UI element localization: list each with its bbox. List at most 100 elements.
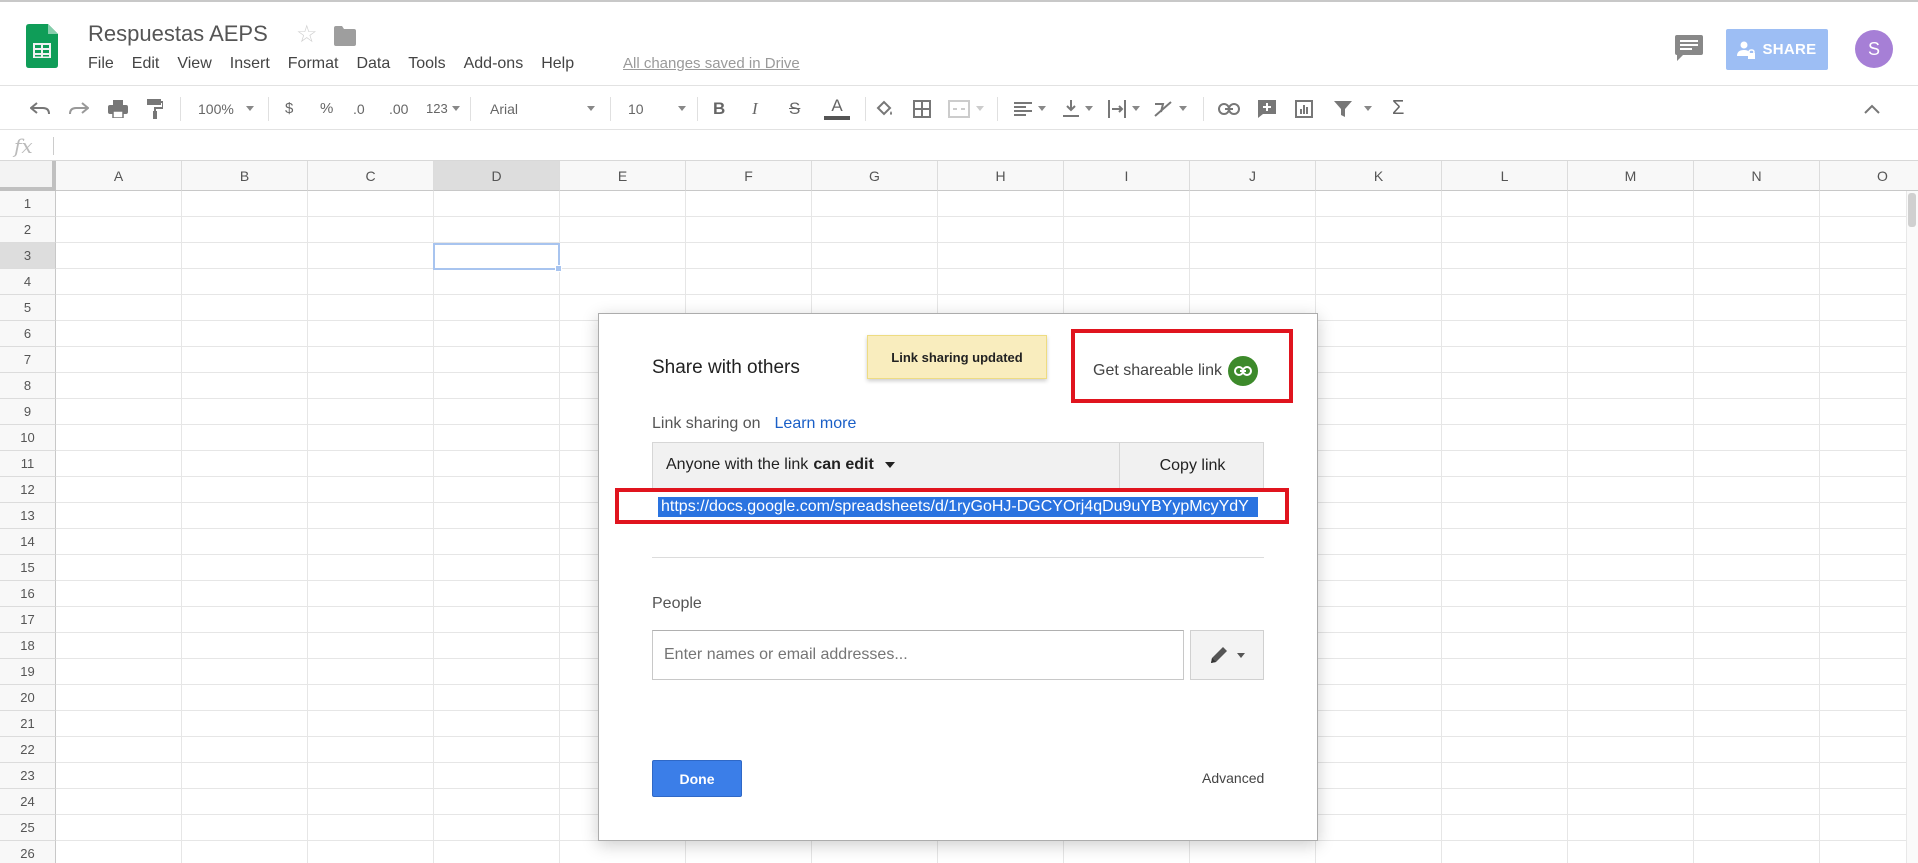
- row-header-8[interactable]: 8: [0, 373, 56, 399]
- row-header-10[interactable]: 10: [0, 425, 56, 451]
- redo-icon[interactable]: [69, 86, 89, 131]
- row-header-13[interactable]: 13: [0, 503, 56, 529]
- column-header-f[interactable]: F: [686, 161, 812, 191]
- sheets-logo-icon[interactable]: [26, 24, 58, 68]
- permission-picker-button[interactable]: [1190, 630, 1264, 680]
- more-formats-button[interactable]: 123: [426, 86, 460, 131]
- menu-edit[interactable]: Edit: [132, 55, 178, 73]
- row-header-15[interactable]: 15: [0, 555, 56, 581]
- column-header-b[interactable]: B: [182, 161, 308, 191]
- advanced-link[interactable]: Advanced: [1202, 770, 1264, 786]
- link-icon[interactable]: [1227, 356, 1258, 386]
- vertical-scrollbar[interactable]: [1906, 191, 1918, 863]
- insert-chart-icon[interactable]: [1295, 86, 1313, 131]
- percent-format-button[interactable]: %: [320, 86, 333, 131]
- font-family-select[interactable]: Arial: [490, 86, 595, 131]
- column-header-n[interactable]: N: [1694, 161, 1820, 191]
- row-header-5[interactable]: 5: [0, 295, 56, 321]
- row-header-24[interactable]: 24: [0, 789, 56, 815]
- row-header-25[interactable]: 25: [0, 815, 56, 841]
- row-header-26[interactable]: 26: [0, 841, 56, 863]
- undo-icon[interactable]: [30, 86, 50, 131]
- row-header-7[interactable]: 7: [0, 347, 56, 373]
- column-header-a[interactable]: A: [56, 161, 182, 191]
- document-title[interactable]: Respuestas AEPS: [88, 21, 268, 47]
- print-icon[interactable]: [108, 86, 128, 131]
- column-header-e[interactable]: E: [560, 161, 686, 191]
- menu-insert[interactable]: Insert: [230, 55, 288, 73]
- row-header-14[interactable]: 14: [0, 529, 56, 555]
- column-header-m[interactable]: M: [1568, 161, 1694, 191]
- row-header-18[interactable]: 18: [0, 633, 56, 659]
- column-header-g[interactable]: G: [812, 161, 938, 191]
- fill-handle[interactable]: [555, 265, 562, 272]
- zoom-select[interactable]: 100%: [198, 86, 254, 131]
- formula-input[interactable]: [60, 133, 1910, 159]
- column-header-d[interactable]: D: [434, 161, 560, 191]
- strikethrough-button[interactable]: S: [789, 86, 800, 131]
- copy-link-button[interactable]: Copy link: [1119, 443, 1265, 488]
- decrease-decimals-button[interactable]: .0: [353, 86, 365, 131]
- text-rotation-icon[interactable]: [1153, 86, 1187, 131]
- column-header-l[interactable]: L: [1442, 161, 1568, 191]
- folder-icon[interactable]: [334, 26, 356, 46]
- permission-dropdown[interactable]: Anyone with the link can edit: [666, 456, 895, 474]
- menu-format[interactable]: Format: [288, 55, 357, 73]
- row-header-11[interactable]: 11: [0, 451, 56, 477]
- text-wrapping-icon[interactable]: [1108, 86, 1140, 131]
- menu-addons[interactable]: Add-ons: [464, 55, 542, 73]
- row-header-12[interactable]: 12: [0, 477, 56, 503]
- row-header-17[interactable]: 17: [0, 607, 56, 633]
- paint-format-icon[interactable]: [147, 86, 163, 131]
- font-size-select[interactable]: 10: [628, 86, 686, 131]
- horizontal-align-icon[interactable]: [1014, 86, 1046, 131]
- people-input[interactable]: [652, 630, 1184, 680]
- fill-color-icon[interactable]: [874, 86, 894, 131]
- scrollbar-thumb[interactable]: [1908, 193, 1916, 227]
- borders-icon[interactable]: [913, 86, 931, 131]
- row-header-3[interactable]: 3: [0, 243, 56, 269]
- active-cell-D3[interactable]: [433, 243, 560, 270]
- row-header-2[interactable]: 2: [0, 217, 56, 243]
- column-header-o[interactable]: O: [1820, 161, 1918, 191]
- row-header-16[interactable]: 16: [0, 581, 56, 607]
- row-header-9[interactable]: 9: [0, 399, 56, 425]
- collapse-toolbar-icon[interactable]: [1864, 86, 1880, 131]
- insert-link-icon[interactable]: [1218, 86, 1240, 131]
- row-header-6[interactable]: 6: [0, 321, 56, 347]
- menu-help[interactable]: Help: [541, 55, 592, 73]
- row-header-19[interactable]: 19: [0, 659, 56, 685]
- row-header-1[interactable]: 1: [0, 191, 56, 217]
- menu-file[interactable]: File: [88, 55, 132, 73]
- select-all-corner[interactable]: [0, 161, 56, 191]
- column-header-h[interactable]: H: [938, 161, 1064, 191]
- done-button[interactable]: Done: [652, 760, 742, 797]
- row-header-21[interactable]: 21: [0, 711, 56, 737]
- share-url-field[interactable]: https://docs.google.com/spreadsheets/d/1…: [658, 497, 1258, 517]
- get-shareable-link-button[interactable]: Get shareable link: [1093, 356, 1258, 386]
- comment-icon[interactable]: [1675, 35, 1703, 61]
- row-header-4[interactable]: 4: [0, 269, 56, 295]
- menu-tools[interactable]: Tools: [408, 55, 463, 73]
- avatar[interactable]: S: [1855, 30, 1893, 68]
- star-icon[interactable]: ☆: [296, 23, 318, 47]
- filter-icon[interactable]: [1334, 86, 1372, 131]
- share-button[interactable]: SHARE: [1726, 29, 1828, 70]
- column-header-k[interactable]: K: [1316, 161, 1442, 191]
- functions-button[interactable]: Σ: [1392, 86, 1404, 131]
- menu-view[interactable]: View: [177, 55, 229, 73]
- increase-decimals-button[interactable]: .00: [389, 86, 408, 131]
- bold-button[interactable]: B: [713, 86, 725, 131]
- row-header-22[interactable]: 22: [0, 737, 56, 763]
- insert-comment-icon[interactable]: [1257, 86, 1277, 131]
- menu-data[interactable]: Data: [356, 55, 408, 73]
- learn-more-link[interactable]: Learn more: [775, 415, 857, 432]
- currency-format-button[interactable]: $: [285, 86, 293, 131]
- saved-status-link[interactable]: All changes saved in Drive: [623, 55, 800, 72]
- column-header-c[interactable]: C: [308, 161, 434, 191]
- italic-button[interactable]: I: [752, 86, 758, 131]
- column-header-j[interactable]: J: [1190, 161, 1316, 191]
- row-header-20[interactable]: 20: [0, 685, 56, 711]
- vertical-align-icon[interactable]: [1063, 86, 1093, 131]
- merge-cells-icon[interactable]: [948, 86, 984, 131]
